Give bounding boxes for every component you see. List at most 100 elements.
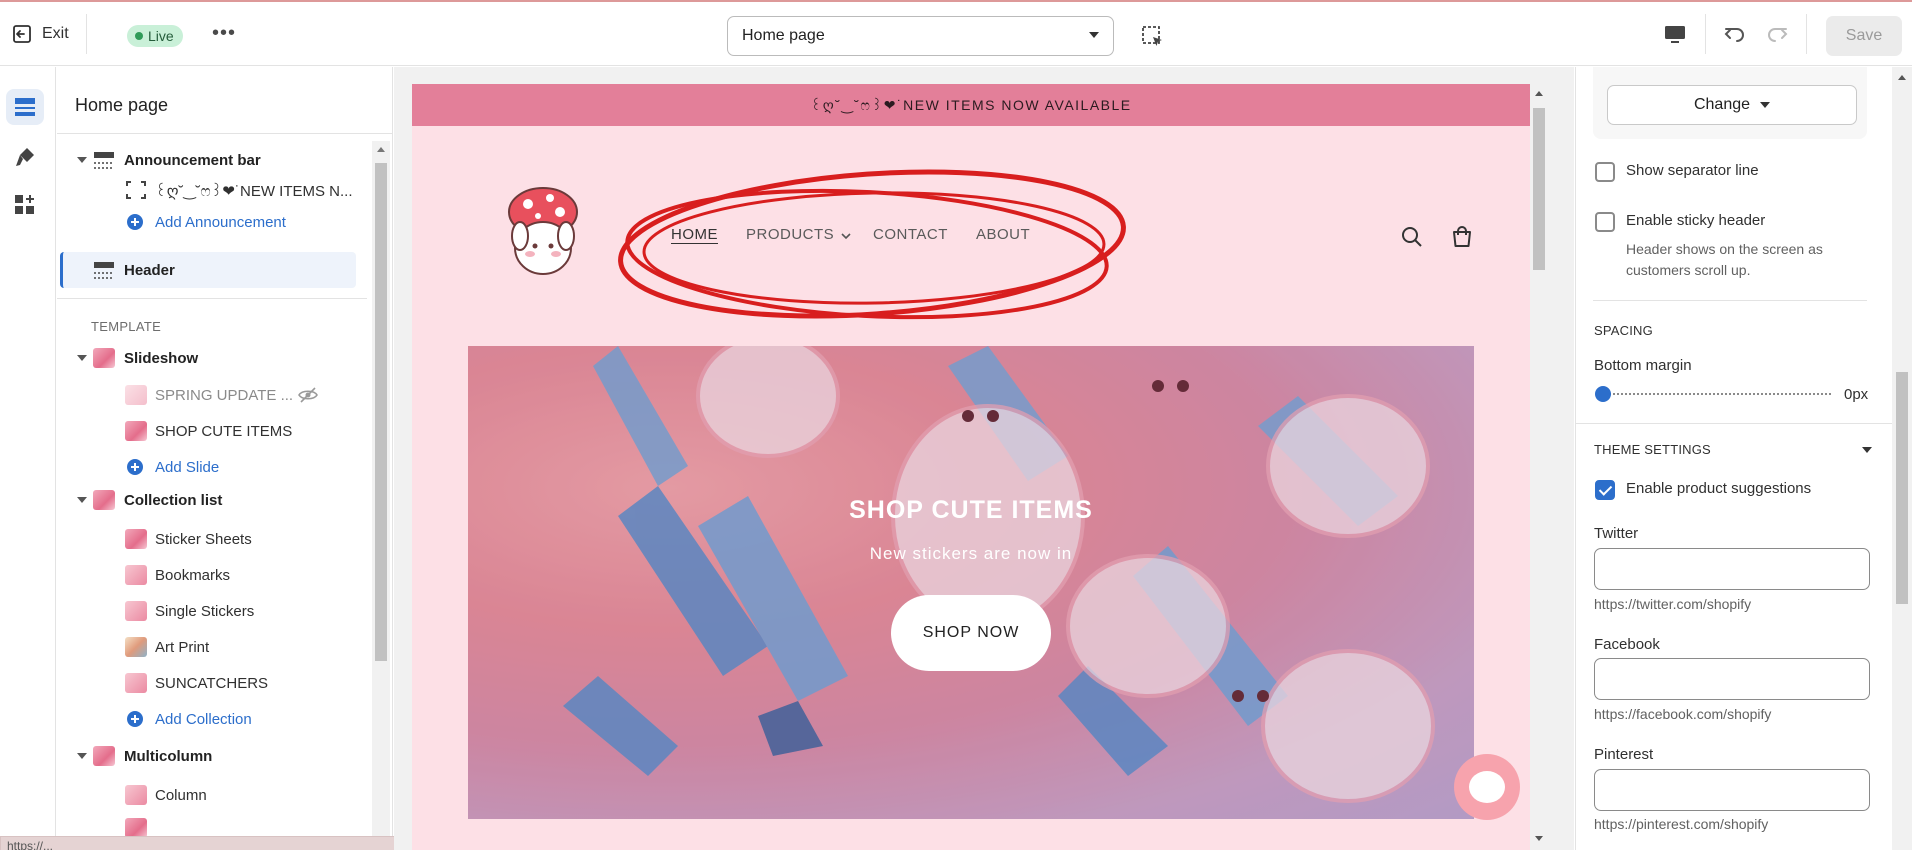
sections-scrollbar[interactable] [372,141,390,850]
store-preview[interactable]: ꒰ღ˘‿˘ෆ꒱❤︎˙NEW ITEMS NOW AVAILABLE HOME P… [412,84,1530,850]
hero-slideshow[interactable]: SHOP CUTE ITEMS New stickers are now in … [468,346,1474,819]
checkbox-box[interactable] [1595,212,1615,232]
slideshow-thumbnail [93,348,115,368]
undo-icon[interactable] [1722,22,1748,48]
collection-item[interactable]: Bookmarks [57,558,367,592]
chat-widget-button[interactable] [1454,754,1520,820]
scroll-up-arrow-icon[interactable] [1535,91,1543,96]
section-slideshow[interactable]: Slideshow [57,341,367,375]
section-announcement-bar[interactable]: Announcement bar [57,143,367,177]
live-badge: Live [127,25,183,47]
scrollbar-thumb[interactable] [1533,108,1545,270]
nav-about-link[interactable]: ABOUT [976,226,1030,243]
column-item[interactable]: Column [57,778,367,812]
add-collection-button[interactable]: Add Collection [57,702,367,736]
twitter-input[interactable] [1594,548,1870,590]
scroll-down-arrow-icon[interactable] [1535,836,1543,841]
search-icon[interactable] [1400,225,1424,249]
sections-tab[interactable] [6,89,44,125]
collection-item[interactable]: Art Print [57,630,367,664]
show-separator-checkbox[interactable]: Show separator line [1595,162,1759,182]
twitter-label: Twitter [1594,525,1639,542]
bottom-margin-slider-track[interactable] [1604,393,1831,395]
exit-label: Exit [42,25,69,42]
chevron-down-icon [841,233,851,240]
pinterest-input[interactable] [1594,769,1870,811]
preview-scrollbar[interactable] [1530,84,1548,850]
inspector-icon[interactable] [1141,25,1165,49]
live-dot-icon [135,32,143,40]
slide-label: SPRING UPDATE ... [155,386,294,404]
divider [1576,423,1892,424]
paintbrush-icon [16,148,34,166]
checkbox-box[interactable] [1595,162,1615,182]
live-label: Live [148,28,174,44]
section-label: Announcement bar [124,151,261,169]
bottom-margin-value: 0px [1844,386,1869,403]
divider [1806,14,1807,54]
scrollbar-thumb[interactable] [1896,372,1908,604]
apps-tab[interactable] [6,187,44,223]
collection-item[interactable]: Single Stickers [57,594,367,628]
section-label: Slideshow [124,349,199,367]
section-label: Multicolumn [124,747,213,765]
more-actions-button[interactable]: ••• [212,22,236,45]
announcement-bar[interactable]: ꒰ღ˘‿˘ෆ꒱❤︎˙NEW ITEMS NOW AVAILABLE [412,84,1530,126]
announcement-bar-icon [94,152,114,169]
add-slide-button[interactable]: Add Slide [57,450,367,484]
theme-settings-tab[interactable] [6,139,44,175]
shop-now-button[interactable]: SHOP NOW [891,595,1051,671]
chat-bubble-icon [1469,771,1505,803]
store-logo[interactable] [498,182,588,284]
chevron-down-icon[interactable] [1862,447,1872,453]
chevron-down-icon [1089,32,1099,38]
divider [57,133,392,134]
theme-settings-caption[interactable]: THEME SETTINGS [1594,442,1711,457]
page-selector-value: Home page [742,27,825,44]
add-announcement-button[interactable]: Add Announcement [57,205,367,239]
change-label: Change [1693,96,1751,113]
collection-label: Sticker Sheets [155,530,252,548]
nav-contact-link[interactable]: CONTACT [873,226,948,243]
collection-thumbnail [125,601,147,621]
scroll-up-arrow-icon[interactable] [1898,75,1906,80]
pinterest-label: Pinterest [1594,746,1654,763]
checkbox-box[interactable] [1595,480,1615,500]
page-selector[interactable]: Home page [727,16,1114,56]
sticky-header-checkbox[interactable]: Enable sticky header [1595,212,1765,232]
collection-item[interactable]: SUNCATCHERS [57,666,367,700]
desktop-view-icon[interactable] [1662,22,1688,48]
cart-icon[interactable] [1450,225,1474,249]
nav-home-link[interactable]: HOME [671,226,718,243]
block-frame-icon [126,181,146,199]
section-collection-list[interactable]: Collection list [57,483,367,517]
add-slide-label: Add Slide [155,458,220,476]
collection-thumbnail [125,637,147,657]
facebook-input[interactable] [1594,658,1870,700]
section-header[interactable]: Header [60,252,356,288]
block-announcement[interactable]: ꒰ღ˘‿˘ෆ꒱❤︎˙NEW ITEMS N... [57,173,367,207]
hidden-eye-icon[interactable] [297,385,319,405]
slide-item[interactable]: SPRING UPDATE ... [57,378,367,412]
page-title: Home page [75,95,169,115]
collapse-arrow-icon [77,157,87,163]
bottom-margin-slider-knob[interactable] [1595,386,1611,402]
redo-icon[interactable] [1764,22,1790,48]
hero-subtitle: New stickers are now in [869,544,1073,563]
scrollbar-thumb[interactable] [375,163,387,661]
section-multicolumn[interactable]: Multicolumn [57,739,367,773]
template-caption: TEMPLATE [91,319,162,334]
slide-item[interactable]: SHOP CUTE ITEMS [57,414,367,448]
divider [1593,300,1867,301]
save-button[interactable]: Save [1826,16,1902,56]
checkbox-label: Show separator line [1626,162,1759,179]
scroll-up-arrow-icon[interactable] [377,147,385,152]
exit-button[interactable]: Exit [12,24,69,44]
sections-icon [15,98,35,116]
settings-scrollbar[interactable] [1892,67,1912,850]
product-suggestions-checkbox[interactable]: Enable product suggestions [1595,480,1811,500]
collection-item[interactable]: Sticker Sheets [57,522,367,556]
apps-icon [15,195,34,214]
change-button[interactable]: Change [1607,85,1857,125]
nav-products-link[interactable]: PRODUCTS [746,226,834,243]
